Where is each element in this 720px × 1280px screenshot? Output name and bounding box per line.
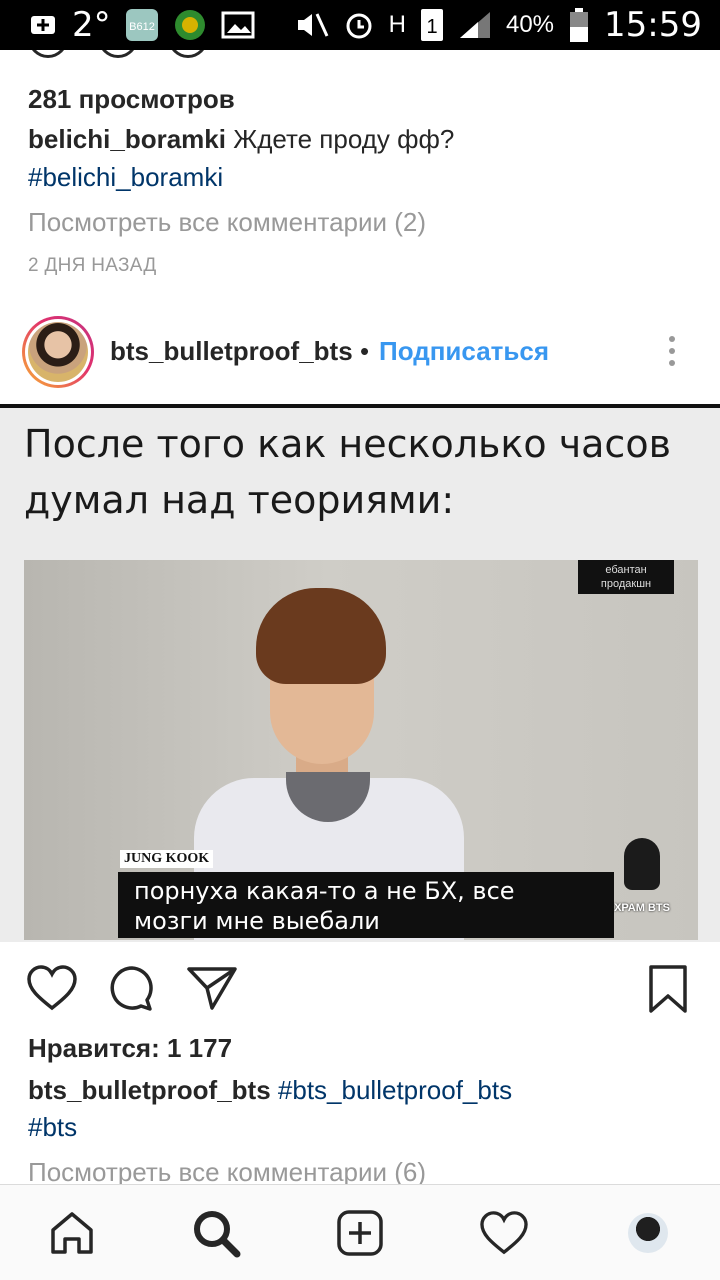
avatar bbox=[628, 1213, 668, 1253]
post-actions bbox=[0, 950, 720, 1030]
b612-app-icon: B612 bbox=[125, 8, 159, 42]
add-post-icon[interactable] bbox=[334, 1207, 386, 1259]
feed[interactable]: 281 просмотров belichi_boramki Ждете про… bbox=[0, 50, 720, 1184]
battery-icon bbox=[568, 7, 590, 43]
signal-icon bbox=[458, 10, 492, 40]
profile-avatar[interactable] bbox=[622, 1207, 674, 1259]
temperature: 2° bbox=[72, 5, 111, 45]
post-image[interactable]: После того как несколько часов думал над… bbox=[0, 404, 720, 942]
send-icon[interactable] bbox=[186, 964, 238, 1017]
svg-text:1: 1 bbox=[426, 16, 437, 38]
sim-icon: 1 bbox=[420, 8, 444, 42]
separator-dot: • bbox=[360, 336, 370, 366]
clock: 15:59 bbox=[604, 5, 702, 45]
meme-caption-line1: После того как несколько часов bbox=[24, 422, 671, 466]
bookmark-icon[interactable] bbox=[648, 964, 688, 1019]
meme-caption: После того как несколько часов думал над… bbox=[24, 416, 671, 528]
alarm-icon bbox=[343, 9, 375, 41]
views-count: 281 просмотров bbox=[28, 84, 235, 114]
post-time: 2 ДНЯ НАЗАД bbox=[28, 255, 157, 276]
watermark: ебантан продакшн bbox=[578, 560, 674, 594]
caption-hashtag[interactable]: #bts_bulletproof_bts bbox=[278, 1075, 512, 1105]
network-type: H bbox=[388, 11, 406, 38]
follow-button[interactable]: Подписаться bbox=[379, 336, 549, 367]
gallery-icon bbox=[221, 10, 255, 40]
hashtag-link[interactable]: #belichi_boramki bbox=[28, 162, 223, 193]
meme-caption-line2: думал над теориями: bbox=[24, 478, 455, 522]
bunny-logo-icon: ХРАМ BTS bbox=[606, 832, 678, 914]
bottom-nav bbox=[0, 1184, 720, 1280]
lion-app-icon bbox=[173, 8, 207, 42]
name-tag: JUNG KOOK bbox=[120, 850, 214, 868]
post-username[interactable]: bts_bulletproof_bts bbox=[110, 336, 353, 367]
battery-percent: 40% bbox=[505, 11, 555, 38]
search-icon[interactable] bbox=[190, 1207, 242, 1259]
previous-post-actions-partial bbox=[28, 50, 208, 58]
heart-icon[interactable] bbox=[26, 964, 78, 1017]
svg-text:B612: B612 bbox=[129, 21, 155, 33]
likes-count[interactable]: Нравится: 1 177 bbox=[28, 1033, 232, 1064]
subtitle: порнуха какая-то а не БХ, все мозги мне … bbox=[118, 872, 614, 938]
video-still: ебантан продакшн JUNG KOOK порнуха какая… bbox=[24, 560, 698, 940]
post-header: bts_bulletproof_bts • Подписаться bbox=[0, 312, 720, 394]
view-all-comments-link[interactable]: Посмотреть все комментарии (6) bbox=[28, 1157, 426, 1184]
caption-username[interactable]: belichi_boramki bbox=[28, 124, 226, 154]
story-avatar[interactable] bbox=[22, 316, 94, 388]
more-options-icon[interactable] bbox=[664, 336, 680, 372]
mute-icon bbox=[295, 10, 329, 40]
hashtag-link[interactable]: #bts bbox=[28, 1112, 77, 1143]
status-bar: 2° B612 H 1 40% 15:59 bbox=[0, 0, 720, 50]
add-notification-icon bbox=[28, 10, 58, 40]
caption-username[interactable]: bts_bulletproof_bts bbox=[28, 1075, 271, 1105]
view-all-comments-link[interactable]: Посмотреть все комментарии (2) bbox=[28, 207, 426, 238]
comment-icon[interactable] bbox=[108, 964, 156, 1017]
home-icon[interactable] bbox=[46, 1207, 98, 1259]
activity-heart-icon[interactable] bbox=[478, 1207, 530, 1259]
avatar-image bbox=[28, 322, 88, 382]
previous-post-caption: belichi_boramki Ждете проду фф? bbox=[28, 124, 454, 155]
post-caption: bts_bulletproof_bts #bts_bulletproof_bts bbox=[28, 1075, 512, 1106]
caption-text: Ждете проду фф? bbox=[233, 124, 455, 154]
